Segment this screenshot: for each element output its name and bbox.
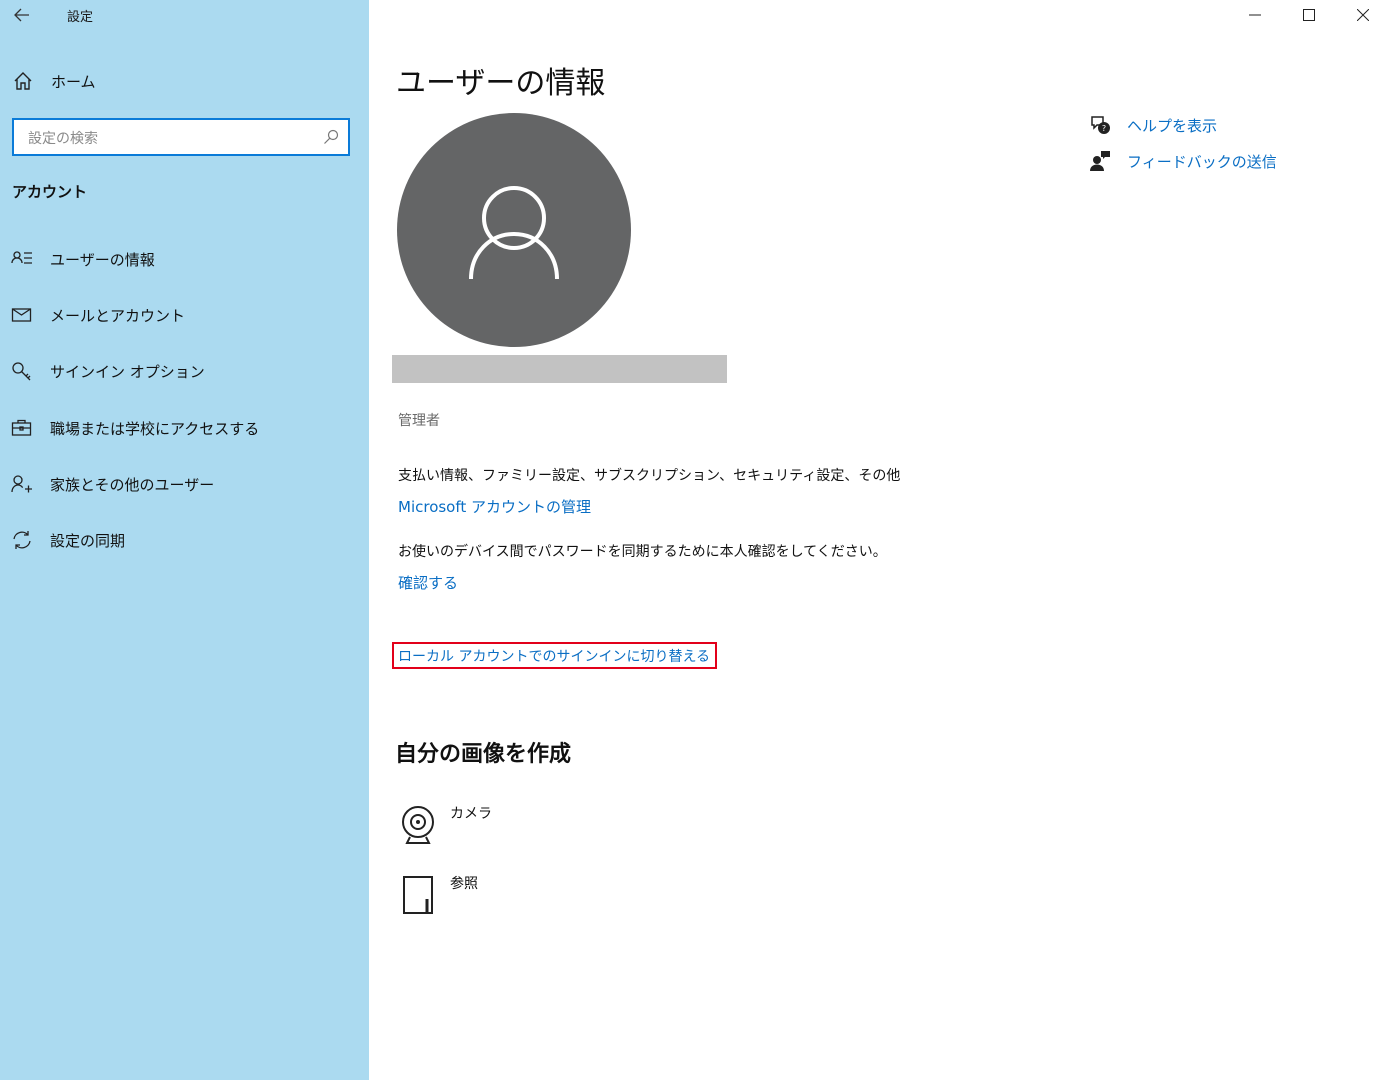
camera-icon bbox=[402, 806, 434, 844]
sidebar-item-label: メールとアカウント bbox=[50, 307, 186, 325]
sidebar-item-label: 職場または学校にアクセスする bbox=[50, 420, 260, 438]
sidebar: 設定 ホーム 設定の検索 アカウント ユーザーの情報 メールとアカウント サイン… bbox=[0, 0, 369, 1080]
search-icon bbox=[324, 129, 339, 144]
home-label: ホーム bbox=[51, 73, 96, 91]
avatar bbox=[397, 113, 631, 347]
minimize-button[interactable] bbox=[1228, 0, 1282, 30]
back-button[interactable] bbox=[8, 2, 36, 28]
account-role: 管理者 bbox=[398, 413, 440, 429]
show-help-link[interactable]: ? ヘルプを表示 bbox=[1089, 113, 1309, 137]
camera-option[interactable]: カメラ bbox=[398, 803, 598, 853]
svg-text:?: ? bbox=[1102, 124, 1106, 133]
browse-icon bbox=[403, 876, 433, 914]
switch-to-local-account-link[interactable]: ローカル アカウントでのサインインに切り替える bbox=[392, 642, 718, 669]
search-placeholder: 設定の検索 bbox=[28, 131, 98, 147]
help-chat-icon: ? bbox=[1091, 116, 1110, 134]
verify-link[interactable]: 確認する bbox=[398, 572, 458, 593]
user-avatar-icon bbox=[469, 186, 559, 280]
page-title: ユーザーの情報 bbox=[396, 66, 606, 101]
key-icon bbox=[12, 362, 31, 381]
sidebar-item-work-school[interactable]: 職場または学校にアクセスする bbox=[0, 408, 369, 448]
sidebar-item-sync[interactable]: 設定の同期 bbox=[0, 520, 369, 560]
verify-info-text: お使いのデバイス間でパスワードを同期するために本人確認をしてください。 bbox=[398, 544, 887, 560]
minimize-icon bbox=[1249, 14, 1261, 16]
browse-label: 参照 bbox=[450, 876, 478, 892]
back-arrow-icon bbox=[14, 8, 29, 22]
sidebar-item-mail[interactable]: メールとアカウント bbox=[0, 295, 369, 335]
user-info-icon bbox=[11, 251, 32, 264]
sync-icon bbox=[13, 531, 31, 549]
sidebar-item-label: 設定の同期 bbox=[50, 532, 126, 550]
browse-option[interactable]: 参照 bbox=[398, 873, 598, 923]
add-user-icon bbox=[11, 475, 32, 493]
camera-label: カメラ bbox=[450, 806, 492, 822]
maximize-button[interactable] bbox=[1282, 0, 1336, 30]
billing-info-text: 支払い情報、ファミリー設定、サブスクリプション、セキュリティ設定、その他 bbox=[398, 468, 901, 484]
sidebar-item-signin-options[interactable]: サインイン オプション bbox=[0, 351, 369, 391]
send-feedback-link[interactable]: フィードバックの送信 bbox=[1089, 149, 1309, 173]
sidebar-home[interactable]: ホーム bbox=[0, 62, 369, 100]
sidebar-item-user-info[interactable]: ユーザーの情報 bbox=[0, 239, 369, 279]
close-button[interactable] bbox=[1336, 0, 1390, 30]
home-icon bbox=[14, 72, 32, 90]
manage-account-link[interactable]: Microsoft アカウントの管理 bbox=[398, 496, 591, 517]
create-picture-title: 自分の画像を作成 bbox=[395, 742, 572, 767]
window-controls bbox=[1228, 0, 1390, 30]
mail-icon bbox=[11, 308, 32, 322]
sidebar-item-family[interactable]: 家族とその他のユーザー bbox=[0, 464, 369, 504]
title-bar: 設定 bbox=[0, 0, 369, 30]
sidebar-item-label: サインイン オプション bbox=[50, 363, 205, 381]
feedback-icon bbox=[1090, 151, 1110, 171]
maximize-icon bbox=[1303, 9, 1315, 21]
search-input[interactable]: 設定の検索 bbox=[12, 118, 350, 156]
sidebar-item-label: ユーザーの情報 bbox=[50, 251, 155, 269]
show-help-label: ヘルプを表示 bbox=[1127, 117, 1218, 135]
briefcase-icon bbox=[11, 419, 32, 436]
close-icon bbox=[1357, 9, 1369, 21]
section-label: アカウント bbox=[12, 183, 88, 201]
redacted-user-name bbox=[392, 355, 727, 383]
app-title: 設定 bbox=[67, 10, 94, 25]
sidebar-item-label: 家族とその他のユーザー bbox=[50, 476, 215, 494]
send-feedback-label: フィードバックの送信 bbox=[1127, 153, 1277, 171]
